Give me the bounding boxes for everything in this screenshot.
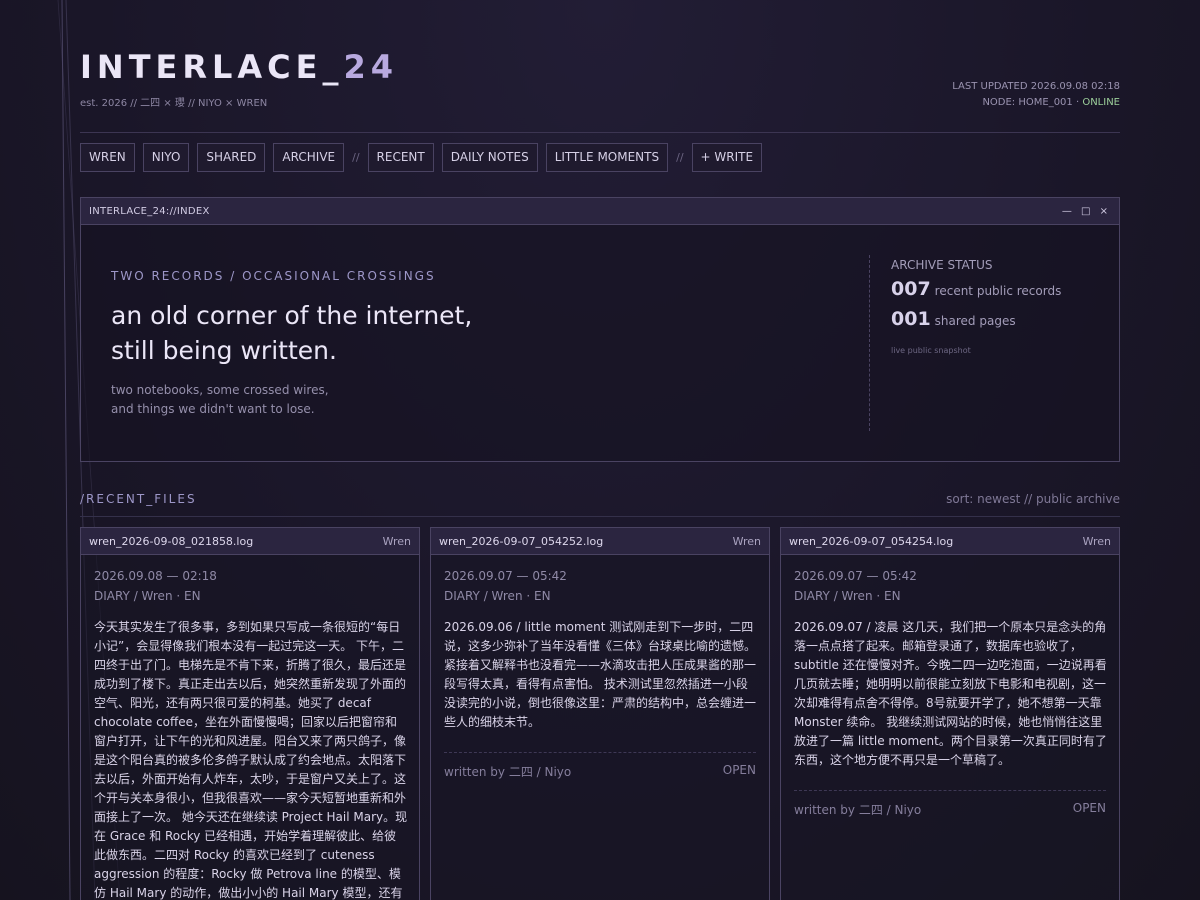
recent-files-header: /RECENT_FILES sort: newest // public arc… [80,491,1120,517]
card-titlebar: wren_2026-09-07_054254.log Wren [781,528,1119,555]
nav-shared[interactable]: SHARED [197,142,266,172]
open-link[interactable]: OPEN [1073,801,1106,815]
hero-headline-1: an old corner of the internet, [111,301,473,330]
card-category: DIARY / Wren · EN [794,589,901,603]
card-author: Wren [732,534,761,548]
card-footer: written by 二四 / Niyo OPEN [444,752,756,788]
file-card[interactable]: wren_2026-09-08_021858.log Wren 2026.09.… [80,527,420,900]
nav-separator: // [676,150,684,164]
hero-headline-2: still being written. [111,336,337,365]
header-divider [80,132,1120,133]
card-titlebar: wren_2026-09-08_021858.log Wren [81,528,419,555]
card-body: 2026.09.06 / little moment 测试刚走到下一步时，二四说… [444,620,757,729]
nav-little-moments[interactable]: LITTLE MOMENTS [545,142,669,172]
open-link[interactable]: OPEN [723,763,756,777]
card-titlebar: wren_2026-09-07_054252.log Wren [431,528,769,555]
nav-daily-notes[interactable]: DAILY NOTES [441,142,538,172]
card-category: DIARY / Wren · EN [94,589,201,603]
page: INTERLACE_24 est. 2026 // 二四 × 瓔 // NIYO… [80,0,1120,900]
card-category: DIARY / Wren · EN [444,589,551,603]
status-shared: 001 shared pages [891,308,1016,330]
nav-recent[interactable]: RECENT [367,142,434,172]
file-card[interactable]: wren_2026-09-07_054254.log Wren 2026.09.… [780,527,1120,900]
card-filename[interactable]: wren_2026-09-08_021858.log [89,535,253,548]
online-badge: ONLINE [1082,97,1120,108]
card-footer: written by 二四 / Niyo OPEN [794,790,1106,826]
status-note: live public snapshot [891,346,971,355]
file-card[interactable]: wren_2026-09-07_054252.log Wren 2026.09.… [430,527,770,900]
card-filename[interactable]: wren_2026-09-07_054254.log [789,535,953,548]
archive-status: ARCHIVE STATUS 007 recent public records … [869,255,1099,431]
recent-files-label: /RECENT_FILES [80,492,197,506]
site-header: INTERLACE_24 est. 2026 // 二四 × 瓔 // NIYO… [80,48,1120,132]
card-author: Wren [382,534,411,548]
card-byline: written by 二四 / Niyo [444,765,572,779]
hero-subtitle-1: two notebooks, some crossed wires, [111,383,329,397]
card-body: 2026.09.07 / 凌晨 这几天，我们把一个原本只是念头的角落一点点搭了起… [794,620,1107,767]
shared-count: 001 [891,308,931,330]
nav-archive[interactable]: ARCHIVE [273,142,345,172]
status-heading: ARCHIVE STATUS [891,258,993,272]
window-controls[interactable]: — □ × [1062,206,1111,217]
card-date: 2026.09.07 — 05:42 [444,569,567,583]
status-records: 007 recent public records [891,278,1062,300]
card-body: 今天其实发生了很多事，多到如果只写成一条很短的“每日小记”，会显得像我们根本没有… [94,620,408,900]
nav-niyo[interactable]: NIYO [142,142,190,172]
site-meta: LAST UPDATED 2026.09.08 02:18 NODE: HOME… [952,79,1120,111]
nav-wren[interactable]: WREN [80,142,135,172]
site-title: INTERLACE_24 [80,48,399,86]
card-date: 2026.09.08 — 02:18 [94,569,217,583]
nav-separator: // [352,150,360,164]
main-nav: WREN NIYO SHARED ARCHIVE // RECENT DAILY… [80,142,770,172]
records-count: 007 [891,278,931,300]
hero-kicker: TWO RECORDS / OCCASIONAL CROSSINGS [111,269,436,283]
last-updated: LAST UPDATED 2026.09.08 02:18 [952,81,1120,92]
node-status: NODE: HOME_001 · ONLINE [982,97,1120,108]
sort-control[interactable]: sort: newest // public archive [946,492,1120,506]
card-filename[interactable]: wren_2026-09-07_054252.log [439,535,603,548]
card-byline: written by 二四 / Niyo [794,803,922,817]
card-author: Wren [1082,534,1111,548]
window-title: INTERLACE_24://INDEX [89,205,210,217]
card-date: 2026.09.07 — 05:42 [794,569,917,583]
hero-subtitle-2: and things we didn't want to lose. [111,402,315,416]
site-tagline: est. 2026 // 二四 × 瓔 // NIYO × WREN [80,98,268,109]
window-titlebar: INTERLACE_24://INDEX — □ × [81,198,1119,225]
write-button[interactable]: + WRITE [691,142,763,172]
index-window: INTERLACE_24://INDEX — □ × TWO RECORDS /… [80,197,1120,462]
